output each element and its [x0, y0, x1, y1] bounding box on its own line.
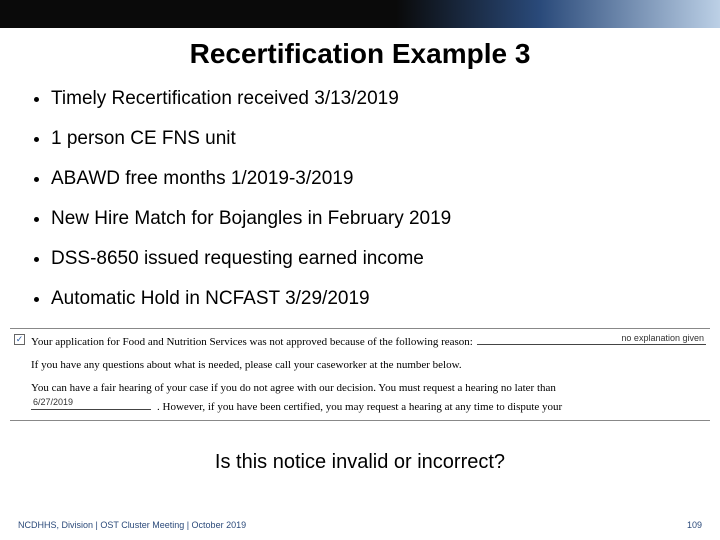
reason-blank-line: no explanation given	[477, 332, 706, 345]
footer: NCDHHS, Division | OST Cluster Meeting |…	[0, 520, 720, 530]
bullet-text: ABAWD free months 1/2019-3/2019	[51, 168, 353, 190]
list-item: 1 person CE FNS unit	[30, 128, 690, 150]
slide: Recertification Example 3 Timely Recerti…	[0, 0, 720, 540]
notice-row-reason: ✓ Your application for Food and Nutritio…	[14, 332, 706, 350]
bullet-list: Timely Recertification received 3/13/201…	[30, 88, 690, 310]
list-item: ABAWD free months 1/2019-3/2019	[30, 168, 690, 190]
list-item: New Hire Match for Bojangles in February…	[30, 208, 690, 230]
notice-line1: Your application for Food and Nutrition …	[31, 335, 473, 350]
slide-title: Recertification Example 3	[0, 38, 720, 70]
notice-date-row: 6/27/2019 . However, if you have been ce…	[31, 397, 706, 415]
bullet-text: Timely Recertification received 3/13/201…	[51, 88, 399, 110]
checkmark-icon: ✓	[16, 333, 24, 345]
list-item: DSS-8650 issued requesting earned income	[30, 248, 690, 270]
hearing-date: 6/27/2019	[33, 396, 73, 408]
bullet-icon	[34, 217, 39, 222]
bullet-text: DSS-8650 issued requesting earned income	[51, 248, 424, 270]
bullet-icon	[34, 177, 39, 182]
bullet-icon	[34, 297, 39, 302]
slide-question: Is this notice invalid or incorrect?	[0, 451, 720, 474]
date-blank-line: 6/27/2019	[31, 397, 151, 410]
reason-text: no explanation given	[621, 332, 704, 344]
bullet-text: Automatic Hold in NCFAST 3/29/2019	[51, 288, 370, 310]
bullet-text: New Hire Match for Bojangles in February…	[51, 208, 451, 230]
bullet-icon	[34, 97, 39, 102]
footer-left: NCDHHS, Division | OST Cluster Meeting |…	[18, 520, 246, 530]
checkbox-icon: ✓	[14, 334, 25, 345]
reason-wrap: Your application for Food and Nutrition …	[31, 332, 706, 350]
bullet-text: 1 person CE FNS unit	[51, 128, 236, 150]
header-bar	[0, 0, 720, 28]
list-item: Automatic Hold in NCFAST 3/29/2019	[30, 288, 690, 310]
bullet-icon	[34, 257, 39, 262]
list-item: Timely Recertification received 3/13/201…	[30, 88, 690, 110]
notice-line2: If you have any questions about what is …	[31, 358, 706, 373]
bullet-icon	[34, 137, 39, 142]
page-number: 109	[687, 520, 702, 530]
notice-line3a: You can have a fair hearing of your case…	[31, 381, 706, 396]
notice-excerpt: ✓ Your application for Food and Nutritio…	[10, 328, 710, 421]
notice-line3b: . However, if you have been certified, y…	[157, 400, 562, 415]
